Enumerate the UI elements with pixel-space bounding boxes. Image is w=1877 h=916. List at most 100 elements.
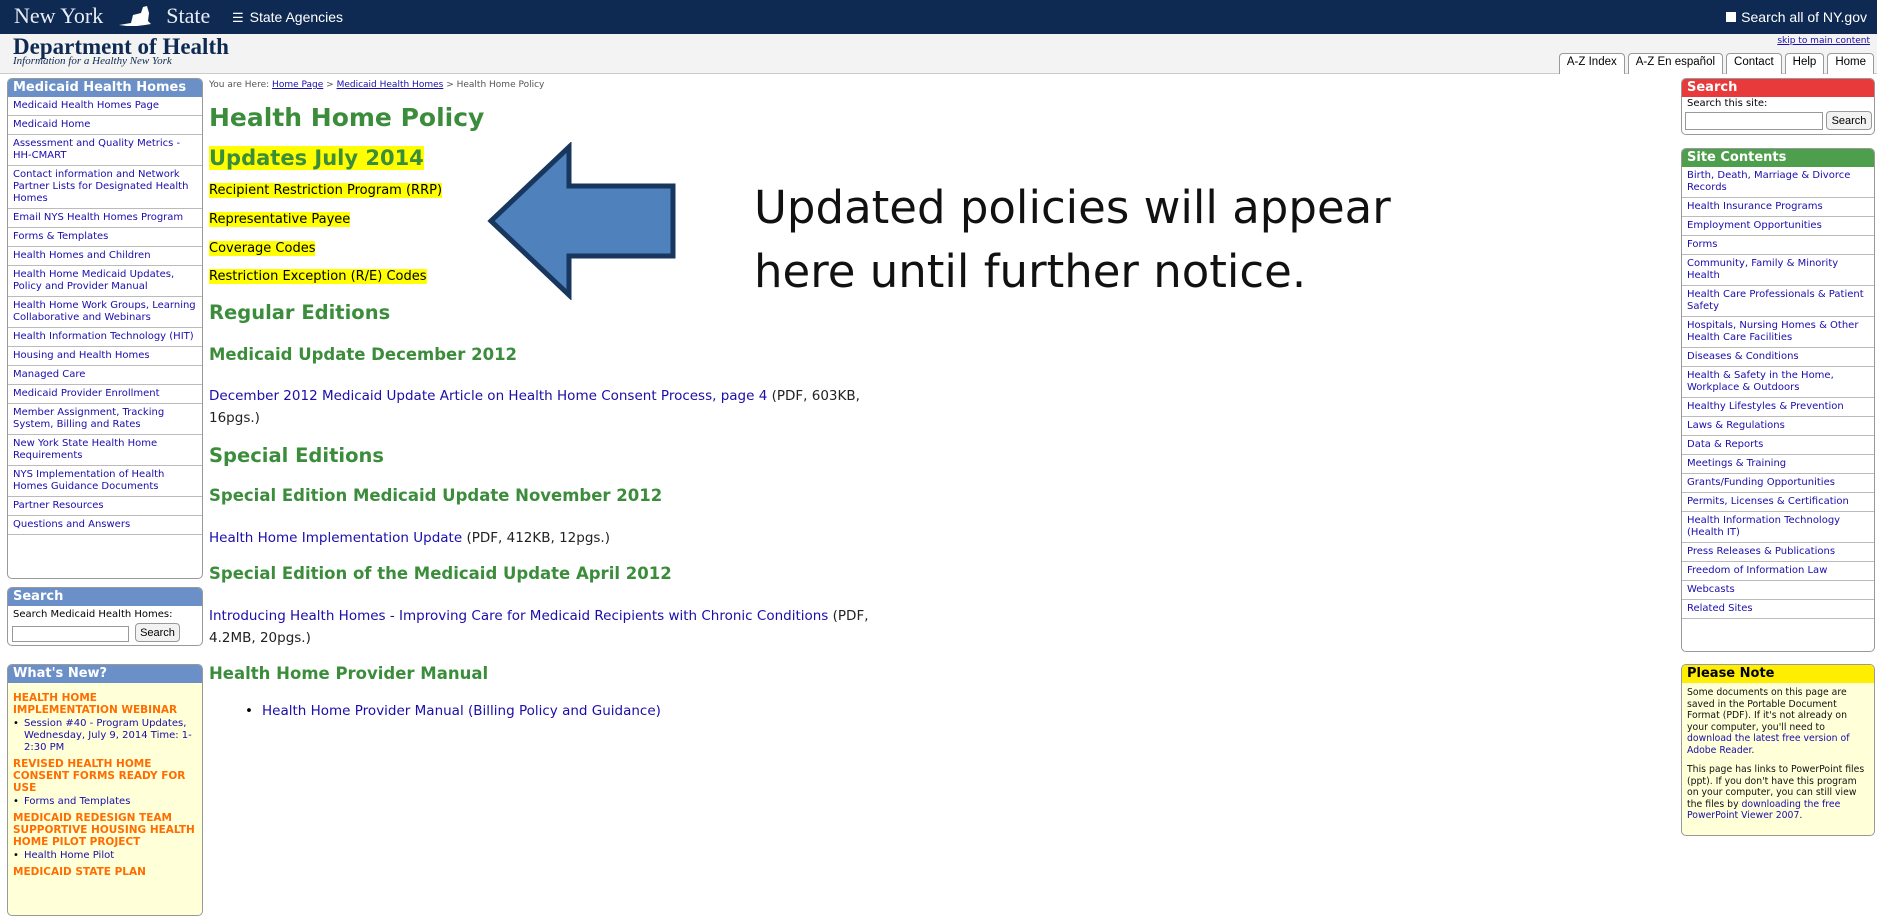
ny-state-map-icon xyxy=(118,6,151,26)
site-item-facilities[interactable]: Hospitals, Nursing Homes & Other Health … xyxy=(1682,317,1874,348)
update-link-text[interactable]: Recipient Restriction Program (RRP) xyxy=(209,183,442,198)
news-link[interactable]: Session #40 - Program Updates, Wednesday… xyxy=(8,716,202,754)
top-bar: New York State ☰ State Agencies Search al… xyxy=(0,0,1877,34)
sidebar-item-nys-implementation[interactable]: NYS Implementation of Health Homes Guida… xyxy=(8,466,202,497)
site-item-health-safety[interactable]: Health & Safety in the Home, Workplace &… xyxy=(1682,367,1874,398)
right-search-label: Search this site: xyxy=(1687,98,1768,109)
sidebar-item-health-homes-children[interactable]: Health Homes and Children xyxy=(8,247,202,266)
nov2012-entry: Health Home Implementation Update (PDF, … xyxy=(209,527,610,549)
sidebar-item-contact-information[interactable]: Contact information and Network Partner … xyxy=(8,166,202,209)
site-item-community-health[interactable]: Community, Family & Minority Health xyxy=(1682,255,1874,286)
breadcrumb-separator: > xyxy=(326,80,334,90)
sidebar-item-nys-requirements[interactable]: New York State Health Home Requirements xyxy=(8,435,202,466)
site-item-professionals[interactable]: Health Care Professionals & Patient Safe… xyxy=(1682,286,1874,317)
news-heading: REVISED HEALTH HOME CONSENT FORMS READY … xyxy=(13,758,186,794)
breadcrumb-home-link[interactable]: Home Page xyxy=(272,80,323,90)
update-link-text[interactable]: Representative Payee xyxy=(209,212,350,227)
site-item-vital-records[interactable]: Birth, Death, Marriage & Divorce Records xyxy=(1682,167,1874,198)
site-item-permits[interactable]: Permits, Licenses & Certification xyxy=(1682,493,1874,512)
site-item-health-it[interactable]: Health Information Technology (Health IT… xyxy=(1682,512,1874,543)
tab-contact[interactable]: Contact xyxy=(1726,53,1782,74)
callout-line-2: here until further notice. xyxy=(754,245,1307,298)
site-item-press-releases[interactable]: Press Releases & Publications xyxy=(1682,543,1874,562)
callout-text: Updated policies will appear here until … xyxy=(754,176,1391,304)
tab-help[interactable]: Help xyxy=(1784,53,1825,74)
search-all-label: Search all of NY.gov xyxy=(1741,9,1867,25)
update-link-restriction-exception[interactable]: Restriction Exception (R/E) Codes xyxy=(209,269,427,284)
news-link[interactable]: Forms and Templates xyxy=(8,794,202,808)
introducing-health-homes-link[interactable]: Introducing Health Homes - Improving Car… xyxy=(209,608,828,624)
note-end: . xyxy=(1751,744,1755,756)
logo-text-right: State xyxy=(166,3,211,28)
sidebar-item-medicaid-health-homes-page[interactable]: Medicaid Health Homes Page xyxy=(8,97,202,116)
site-item-employment[interactable]: Employment Opportunities xyxy=(1682,217,1874,236)
left-search-label: Search Medicaid Health Homes: xyxy=(13,609,173,620)
left-search-input[interactable] xyxy=(12,626,129,642)
updates-heading: Updates July 2014 xyxy=(209,146,424,170)
sidebar-item-assessment-quality-metrics[interactable]: Assessment and Quality Metrics - HH-CMAR… xyxy=(8,135,202,166)
callout-line-1: Updated policies will appear xyxy=(754,181,1391,234)
sidebar-item-questions-answers[interactable]: Questions and Answers xyxy=(8,516,202,535)
site-search-input[interactable] xyxy=(1685,112,1823,130)
site-item-webcasts[interactable]: Webcasts xyxy=(1682,581,1874,600)
sidebar-item-medicaid-home[interactable]: Medicaid Home xyxy=(8,116,202,135)
logo-text-left: New York xyxy=(14,3,104,28)
dec2012-heading: Medicaid Update December 2012 xyxy=(209,345,518,364)
tab-home[interactable]: Home xyxy=(1827,53,1874,74)
sidebar-item-housing[interactable]: Housing and Health Homes xyxy=(8,347,202,366)
provider-manual-heading: Health Home Provider Manual xyxy=(209,664,489,683)
dec2012-article-link[interactable]: December 2012 Medicaid Update Article on… xyxy=(209,388,767,404)
note-pdf-text: Some documents on this page are saved in… xyxy=(1687,687,1847,733)
site-item-grants[interactable]: Grants/Funding Opportunities xyxy=(1682,474,1874,493)
sidebar-item-forms-templates[interactable]: Forms & Templates xyxy=(8,228,202,247)
note-end: . xyxy=(1799,810,1803,821)
site-item-foil[interactable]: Freedom of Information Law xyxy=(1682,562,1874,581)
update-link-coverage-codes[interactable]: Coverage Codes xyxy=(209,241,316,256)
site-item-data-reports[interactable]: Data & Reports xyxy=(1682,436,1874,455)
site-search-button[interactable]: Search xyxy=(1826,111,1872,130)
implementation-update-link[interactable]: Health Home Implementation Update xyxy=(209,530,462,546)
news-heading: HEALTH HOME IMPLEMENTATION WEBINAR xyxy=(13,692,178,716)
sidebar-item-partner-resources[interactable]: Partner Resources xyxy=(8,497,202,516)
site-item-healthy-lifestyles[interactable]: Healthy Lifestyles & Prevention xyxy=(1682,398,1874,417)
tab-az-index[interactable]: A-Z Index xyxy=(1558,53,1625,74)
doh-header: Department of Health Information for a H… xyxy=(0,34,1877,74)
sidebar-item-email-program[interactable]: Email NYS Health Homes Program xyxy=(8,209,202,228)
sidebar-item-member-assignment[interactable]: Member Assignment, Tracking System, Bill… xyxy=(8,404,202,435)
note-pdf-paragraph: Some documents on this page are saved in… xyxy=(1682,683,1874,762)
update-link-text[interactable]: Restriction Exception (R/E) Codes xyxy=(209,269,427,284)
sidebar-item-provider-enrollment[interactable]: Medicaid Provider Enrollment xyxy=(8,385,202,404)
tab-az-espanol[interactable]: A-Z En español xyxy=(1627,53,1724,74)
search-all-nygov-link[interactable]: Search all of NY.gov xyxy=(1726,9,1867,25)
right-search-title: Search xyxy=(1682,79,1874,97)
regular-editions-heading: Regular Editions xyxy=(209,301,391,324)
update-link-rrp[interactable]: Recipient Restriction Program (RRP) xyxy=(209,183,443,198)
left-nav-title: Medicaid Health Homes xyxy=(8,79,202,97)
left-search-title: Search xyxy=(8,588,202,606)
breadcrumb-current: Health Home Policy xyxy=(456,80,545,90)
provider-manual-link[interactable]: Health Home Provider Manual (Billing Pol… xyxy=(262,703,661,719)
site-item-laws[interactable]: Laws & Regulations xyxy=(1682,417,1874,436)
left-search-button[interactable]: Search xyxy=(135,623,180,642)
site-item-diseases[interactable]: Diseases & Conditions xyxy=(1682,348,1874,367)
sidebar-item-managed-care[interactable]: Managed Care xyxy=(8,366,202,385)
sidebar-item-work-groups[interactable]: Health Home Work Groups, Learning Collab… xyxy=(8,297,202,328)
update-link-representative-payee[interactable]: Representative Payee xyxy=(209,212,351,227)
update-link-text[interactable]: Coverage Codes xyxy=(209,241,315,256)
whats-new-box: What's New? HEALTH HOME IMPLEMENTATION W… xyxy=(7,664,203,916)
site-item-related-sites[interactable]: Related Sites xyxy=(1682,600,1874,619)
ny-state-logo[interactable]: New York State xyxy=(14,3,210,29)
sidebar-item-hit[interactable]: Health Information Technology (HIT) xyxy=(8,328,202,347)
breadcrumb-medicaid-link[interactable]: Medicaid Health Homes xyxy=(337,80,444,90)
site-item-meetings[interactable]: Meetings & Training xyxy=(1682,455,1874,474)
news-link[interactable]: Health Home Pilot xyxy=(8,848,202,862)
sidebar-item-medicaid-updates[interactable]: Health Home Medicaid Updates, Policy and… xyxy=(8,266,202,297)
breadcrumb-prefix: You are Here: xyxy=(209,80,270,90)
adobe-reader-link[interactable]: download the latest free version of Adob… xyxy=(1687,733,1849,756)
site-item-health-insurance[interactable]: Health Insurance Programs xyxy=(1682,198,1874,217)
news-heading: MEDICAID REDESIGN TEAM SUPPORTIVE HOUSIN… xyxy=(13,812,195,848)
skip-to-main-link[interactable]: skip to main content xyxy=(1777,36,1870,46)
site-item-forms[interactable]: Forms xyxy=(1682,236,1874,255)
state-agencies-menu[interactable]: ☰ State Agencies xyxy=(232,9,343,26)
header-tabs: A-Z Index A-Z En español Contact Help Ho… xyxy=(1558,53,1874,74)
